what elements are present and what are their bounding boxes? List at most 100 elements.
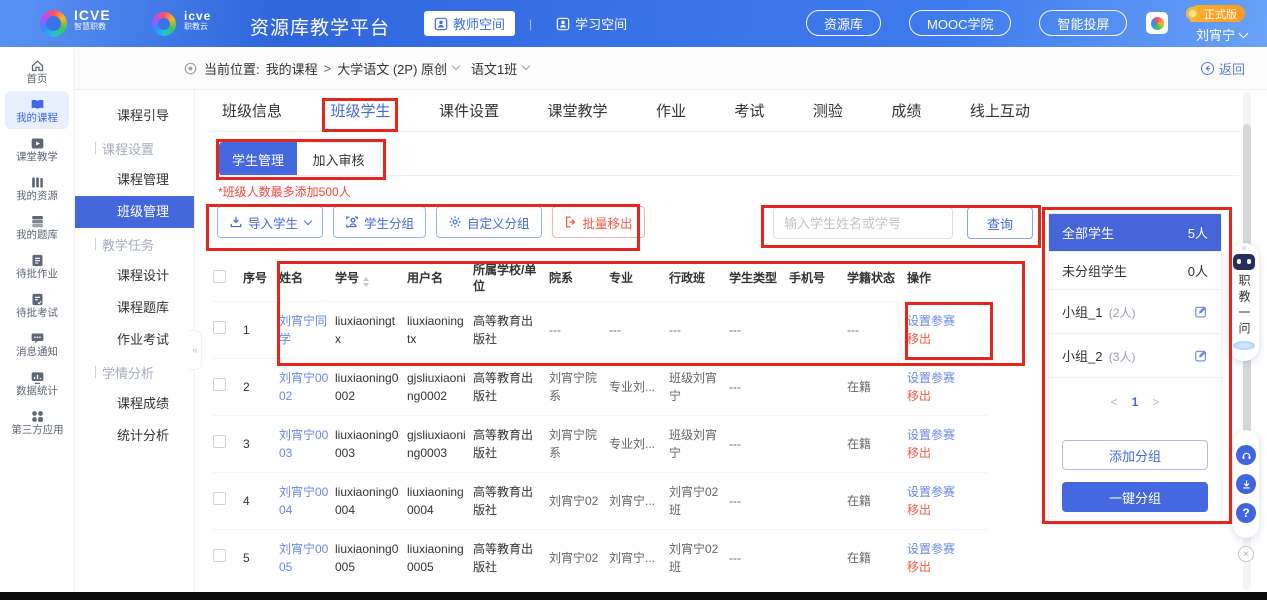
- tab-class-info[interactable]: 班级信息: [222, 100, 282, 132]
- row-checkbox[interactable]: [213, 321, 226, 334]
- user-menu[interactable]: 刘宵宁: [1196, 25, 1247, 44]
- query-button[interactable]: 查询: [967, 207, 1033, 239]
- menu-item-statistics-analysis[interactable]: 统计分析: [75, 420, 194, 452]
- sidebar-collapse-handle[interactable]: «: [189, 330, 202, 370]
- sidebar-item-notifications[interactable]: 消息通知: [5, 325, 69, 363]
- set-competition-link[interactable]: 设置参赛: [907, 369, 981, 387]
- sidebar-item-third-party-apps[interactable]: 第三方应用: [5, 403, 69, 441]
- chevron-down-icon[interactable]: [452, 62, 460, 70]
- menu-section-course-settings: 课程设置: [75, 132, 194, 164]
- breadcrumb-my-courses[interactable]: 我的课程: [266, 59, 318, 78]
- cell-student-type: ---: [729, 473, 789, 530]
- auto-group-button[interactable]: 一键分组: [1062, 482, 1208, 512]
- set-competition-link[interactable]: 设置参赛: [907, 540, 981, 558]
- tab-class-students[interactable]: 班级学生: [330, 100, 390, 132]
- menu-item-course-question-bank[interactable]: 课程题库: [75, 292, 194, 324]
- row-checkbox[interactable]: [213, 435, 226, 448]
- remove-link[interactable]: 移出: [907, 387, 981, 405]
- breadcrumb-course-name[interactable]: 大学语文 (2P) 原创: [337, 59, 447, 78]
- remove-link[interactable]: 移出: [907, 501, 981, 519]
- download-button[interactable]: [1236, 474, 1256, 494]
- tab-join-review[interactable]: 加入审核: [297, 142, 381, 176]
- menu-item-course-design[interactable]: 课程设计: [75, 260, 194, 292]
- menu-item-course-grades[interactable]: 课程成绩: [75, 388, 194, 420]
- customer-service-button[interactable]: [1236, 445, 1256, 465]
- learning-space-tab[interactable]: 学习空间: [546, 11, 637, 36]
- pagination-prev[interactable]: <: [1111, 395, 1118, 409]
- menu-item-homework-exam[interactable]: 作业考试: [75, 324, 194, 356]
- pagination-next[interactable]: >: [1152, 395, 1159, 409]
- sidebar-item-data-statistics[interactable]: 数据统计: [5, 364, 69, 402]
- sort-icon[interactable]: [363, 277, 369, 287]
- set-competition-link[interactable]: 设置参赛: [907, 426, 981, 444]
- sidebar-item-pending-homework[interactable]: 待批作业: [5, 247, 69, 285]
- chevron-down-icon[interactable]: [522, 62, 530, 70]
- tab-homework[interactable]: 作业: [656, 100, 686, 132]
- student-grouping-button[interactable]: 学生分组: [333, 206, 426, 238]
- teacher-space-tab[interactable]: 教师空间: [424, 11, 515, 36]
- set-competition-link[interactable]: 设置参赛: [907, 312, 981, 330]
- cell-school: 高等教育出版社: [473, 302, 549, 359]
- sidebar-item-home[interactable]: 首页: [5, 52, 69, 90]
- remove-link[interactable]: 移出: [907, 444, 981, 462]
- tab-exam[interactable]: 考试: [734, 100, 764, 132]
- sidebar-item-pending-exams[interactable]: 待批考试: [5, 286, 69, 324]
- menu-item-course-guide[interactable]: 课程引导: [75, 100, 194, 132]
- department: 刘宵宁院系: [549, 428, 597, 460]
- floating-close-button[interactable]: ×: [1238, 546, 1254, 562]
- breadcrumb-class-name[interactable]: 语文1班: [471, 59, 517, 78]
- column-header-label: 用户名: [407, 271, 443, 285]
- remove-link[interactable]: 移出: [907, 330, 981, 348]
- teacher-space-icon: [434, 17, 448, 31]
- batch-remove-button[interactable]: 批量移出: [552, 206, 645, 238]
- menu-section-learning-analysis: 学情分析: [75, 356, 194, 388]
- group-row-1[interactable]: 小组_1 (2人): [1049, 290, 1221, 334]
- student-name-link[interactable]: 刘宵宁0004: [279, 485, 328, 517]
- add-group-button[interactable]: 添加分组: [1062, 440, 1208, 470]
- classroom-teaching-icon: [30, 136, 45, 151]
- app-logo-icon[interactable]: [1146, 12, 1168, 34]
- group-all-students[interactable]: 全部学生 5人: [1049, 214, 1221, 252]
- select-all-checkbox[interactable]: [213, 270, 226, 283]
- menu-item-class-management[interactable]: 班级管理: [75, 196, 194, 228]
- row-checkbox-cell: [213, 302, 243, 359]
- sidebar-item-my-question-bank[interactable]: 我的题库: [5, 208, 69, 246]
- assistant-close-icon[interactable]: ×: [1241, 244, 1246, 253]
- column-header: 手机号: [789, 256, 847, 302]
- help-button[interactable]: ?: [1236, 503, 1256, 523]
- remove-link[interactable]: 移出: [907, 558, 981, 576]
- enroll-status: ---: [847, 323, 859, 337]
- row-checkbox[interactable]: [213, 378, 226, 391]
- menu-item-course-management[interactable]: 课程管理: [75, 164, 194, 196]
- cell-operations: 设置参赛移出: [907, 359, 987, 416]
- row-checkbox[interactable]: [213, 549, 226, 562]
- tab-quiz[interactable]: 测验: [813, 100, 843, 132]
- pagination-page-1[interactable]: 1: [1132, 395, 1139, 409]
- custom-grouping-button[interactable]: 自定义分组: [436, 206, 542, 238]
- student-name-link[interactable]: 刘宵宁0005: [279, 542, 328, 574]
- group-row-2[interactable]: 小组_2 (3人): [1049, 334, 1221, 378]
- edit-group-icon[interactable]: [1194, 305, 1208, 319]
- sidebar-item-my-courses[interactable]: 我的课程: [5, 91, 69, 129]
- quick-link-resource-library[interactable]: 资源库: [806, 10, 881, 36]
- group-ungrouped-students[interactable]: 未分组学生 0人: [1049, 252, 1221, 290]
- tab-online-interaction[interactable]: 线上互动: [970, 100, 1030, 132]
- row-checkbox[interactable]: [213, 492, 226, 505]
- tab-grades[interactable]: 成绩: [891, 100, 921, 132]
- student-name-link[interactable]: 刘宵宁同学: [279, 314, 327, 346]
- student-name-link[interactable]: 刘宵宁0002: [279, 371, 328, 403]
- set-competition-link[interactable]: 设置参赛: [907, 483, 981, 501]
- edit-group-icon[interactable]: [1194, 349, 1208, 363]
- student-name-link[interactable]: 刘宵宁0003: [279, 428, 328, 460]
- tab-courseware-settings[interactable]: 课件设置: [439, 100, 499, 132]
- assistant-widget[interactable]: × 职教一问: [1229, 243, 1259, 361]
- back-button[interactable]: 返回: [1200, 47, 1245, 90]
- sidebar-item-my-resources[interactable]: 我的资源: [5, 169, 69, 207]
- quick-link-mooc-academy[interactable]: MOOC学院: [909, 10, 1011, 36]
- tab-student-management[interactable]: 学生管理: [219, 142, 297, 176]
- search-input[interactable]: [773, 207, 953, 239]
- tab-classroom-teaching[interactable]: 课堂教学: [547, 100, 607, 132]
- sidebar-item-classroom-teaching[interactable]: 课堂教学: [5, 130, 69, 168]
- quick-link-smart-screen-cast[interactable]: 智能投屏: [1039, 10, 1127, 36]
- import-students-button[interactable]: 导入学生: [217, 206, 323, 238]
